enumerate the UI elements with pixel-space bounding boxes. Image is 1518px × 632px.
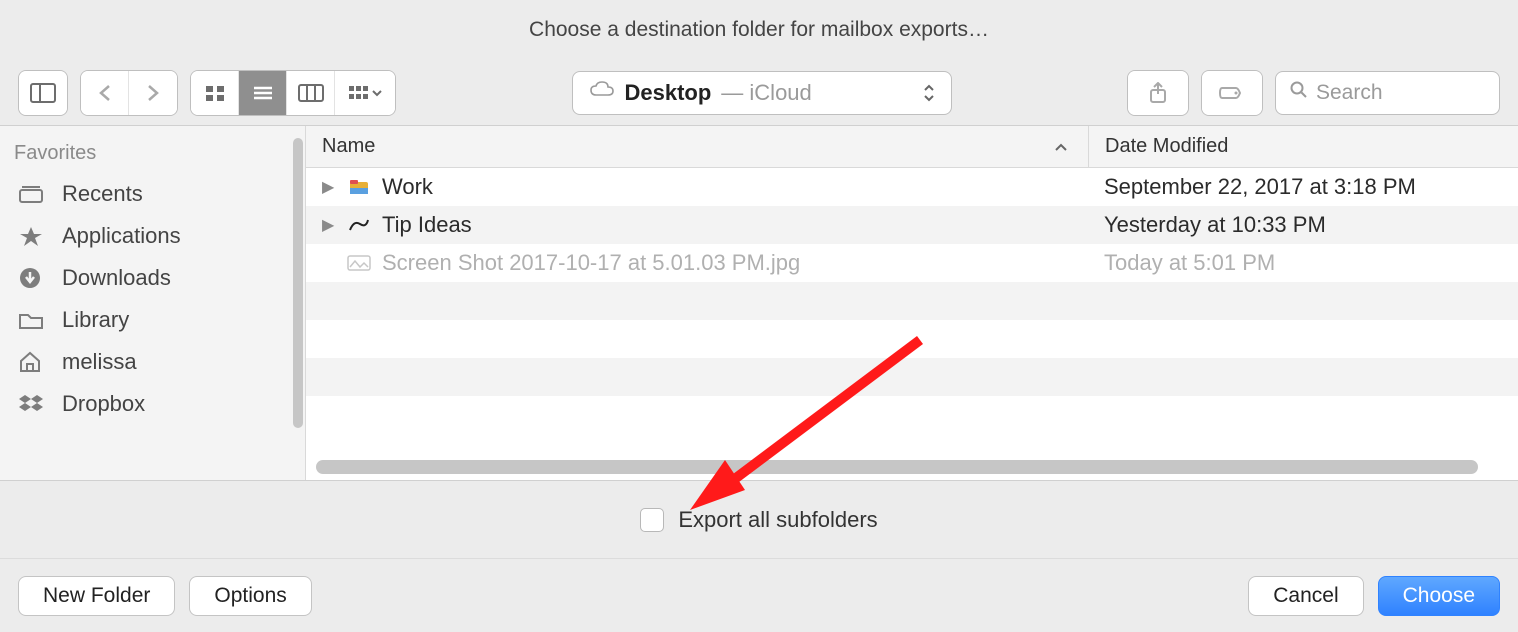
sort-indicator-icon	[1054, 135, 1088, 158]
options-strip: Export all subfolders	[0, 480, 1518, 558]
nav-group	[80, 70, 178, 116]
column-date-label: Date Modified	[1105, 135, 1228, 158]
folder-custom-icon	[346, 215, 372, 235]
sidebar-item-dropbox[interactable]: Dropbox	[0, 383, 305, 425]
sidebar-item-label: Downloads	[62, 265, 171, 291]
content-area: Favorites Recents Applications Downloads…	[0, 125, 1518, 480]
empty-row	[306, 358, 1518, 396]
empty-row	[306, 282, 1518, 320]
options-button[interactable]: Options	[189, 576, 311, 616]
column-headers: Name Date Modified	[306, 126, 1518, 168]
folder-icon	[18, 308, 48, 332]
location-dropdown[interactable]: Desktop — iCloud	[572, 71, 952, 115]
column-date[interactable]: Date Modified	[1088, 126, 1518, 167]
toggle-sidebar-button[interactable]	[19, 71, 67, 115]
file-date: Yesterday at 10:33 PM	[1088, 212, 1518, 238]
view-gallery-button[interactable]	[335, 71, 395, 115]
sidebar-heading: Favorites	[0, 138, 305, 173]
dialog-title: Choose a destination folder for mailbox …	[0, 0, 1518, 60]
back-button[interactable]	[81, 71, 129, 115]
view-mode-group	[190, 70, 396, 116]
horizontal-scrollbar[interactable]	[316, 460, 1478, 474]
export-subfolders-checkbox[interactable]	[640, 508, 664, 532]
search-field[interactable]: Search	[1275, 71, 1500, 115]
column-name[interactable]: Name	[306, 135, 1088, 158]
toolbar: Desktop — iCloud Search	[0, 60, 1518, 125]
file-name: Tip Ideas	[382, 212, 472, 238]
forward-button[interactable]	[129, 71, 177, 115]
empty-row	[306, 320, 1518, 358]
tags-group	[1201, 70, 1263, 116]
updown-icon	[923, 84, 935, 102]
file-row: Screen Shot 2017-10-17 at 5.01.03 PM.jpg…	[306, 244, 1518, 282]
empty-row	[306, 396, 1518, 434]
sidebar-item-label: melissa	[62, 349, 137, 375]
sidebar-item-home[interactable]: melissa	[0, 341, 305, 383]
choose-button[interactable]: Choose	[1378, 576, 1500, 616]
folder-color-icon	[346, 177, 372, 197]
sidebar-item-applications[interactable]: Applications	[0, 215, 305, 257]
sidebar-item-recents[interactable]: Recents	[0, 173, 305, 215]
view-columns-button[interactable]	[287, 71, 335, 115]
sidebar: Favorites Recents Applications Downloads…	[0, 126, 306, 480]
downloads-icon	[18, 266, 48, 290]
tags-button[interactable]	[1202, 71, 1262, 115]
search-placeholder: Search	[1316, 81, 1383, 105]
file-date: Today at 5:01 PM	[1088, 250, 1518, 276]
sidebar-item-label: Library	[62, 307, 129, 333]
location-name: Desktop	[625, 80, 712, 106]
search-icon	[1290, 81, 1308, 105]
disclosure-triangle-icon[interactable]: ▶	[322, 177, 336, 197]
applications-icon	[18, 224, 48, 248]
sidebar-item-label: Dropbox	[62, 391, 145, 417]
dropbox-icon	[18, 392, 48, 416]
sidebar-item-label: Recents	[62, 181, 143, 207]
sidebar-scrollbar[interactable]	[293, 138, 303, 428]
file-row[interactable]: ▶ Tip Ideas Yesterday at 10:33 PM	[306, 206, 1518, 244]
cancel-button[interactable]: Cancel	[1248, 576, 1363, 616]
file-name: Screen Shot 2017-10-17 at 5.01.03 PM.jpg	[382, 250, 800, 276]
file-name: Work	[382, 174, 433, 200]
sidebar-item-label: Applications	[62, 223, 181, 249]
location-sub: — iCloud	[721, 80, 811, 106]
column-name-label: Name	[322, 135, 375, 158]
home-icon	[18, 350, 48, 374]
share-group	[1127, 70, 1189, 116]
recents-icon	[18, 182, 48, 206]
disclosure-triangle-icon[interactable]: ▶	[322, 215, 336, 235]
file-date: September 22, 2017 at 3:18 PM	[1088, 174, 1518, 200]
view-icon-button[interactable]	[191, 71, 239, 115]
file-row[interactable]: ▶ Work September 22, 2017 at 3:18 PM	[306, 168, 1518, 206]
sidebar-toggle-group	[18, 70, 68, 116]
export-subfolders-label: Export all subfolders	[678, 507, 877, 533]
image-file-icon	[346, 253, 372, 273]
new-folder-button[interactable]: New Folder	[18, 576, 175, 616]
view-list-button[interactable]	[239, 71, 287, 115]
dialog-footer: New Folder Options Cancel Choose	[0, 558, 1518, 632]
sidebar-item-library[interactable]: Library	[0, 299, 305, 341]
file-listing: Name Date Modified ▶ Work September 22, …	[306, 126, 1518, 480]
share-button[interactable]	[1128, 71, 1188, 115]
cloud-icon	[589, 81, 615, 105]
sidebar-item-downloads[interactable]: Downloads	[0, 257, 305, 299]
